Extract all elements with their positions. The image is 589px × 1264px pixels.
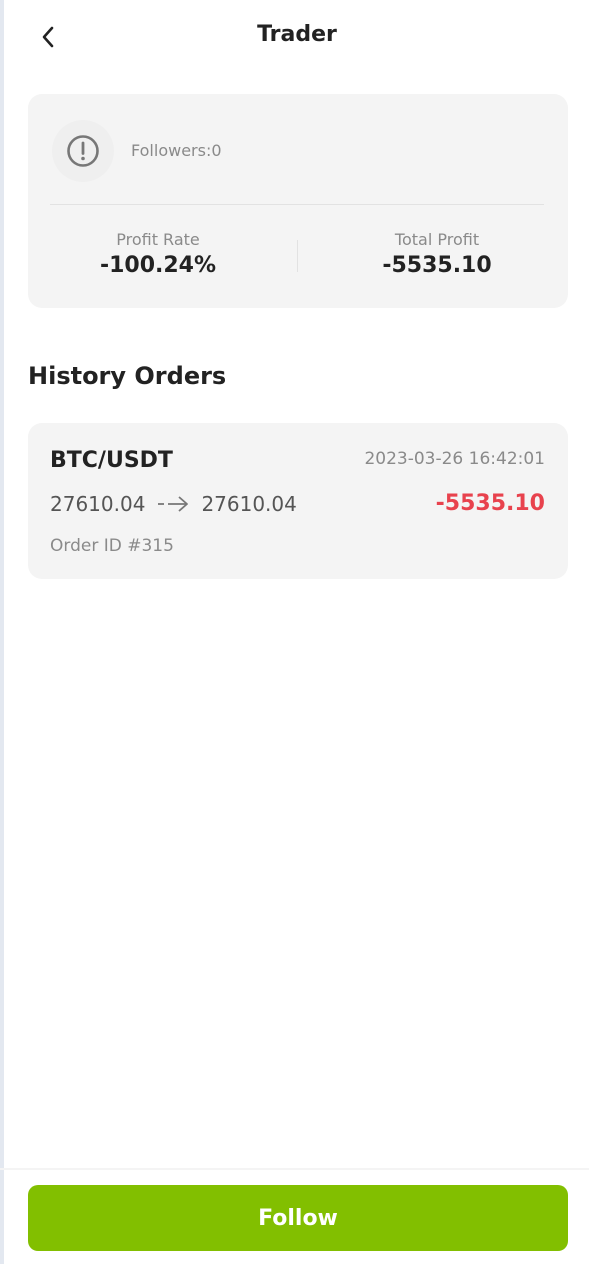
total-profit-stat: Total Profit -5535.10 xyxy=(327,230,547,278)
open-price: 27610.04 xyxy=(50,492,146,516)
top-bar: Trader xyxy=(0,0,589,74)
arrow-right-icon xyxy=(157,496,189,512)
order-card[interactable]: BTC/USDT 2023-03-26 16:42:01 27610.04 27… xyxy=(28,423,568,579)
follow-button[interactable]: Follow xyxy=(28,1185,568,1251)
profit-rate-value: -100.24% xyxy=(99,253,217,278)
left-edge-border xyxy=(0,0,4,1264)
close-price: 27610.04 xyxy=(201,492,297,516)
order-time: 2023-03-26 16:42:01 xyxy=(364,449,545,469)
trader-summary-card: Followers:0 Profit Rate -100.24% Total P… xyxy=(28,94,568,308)
trader-avatar xyxy=(52,120,114,182)
history-orders-title: History Orders xyxy=(28,362,227,390)
order-profit: -5535.10 xyxy=(435,491,545,516)
total-profit-label: Total Profit xyxy=(394,230,480,249)
stat-separator xyxy=(297,240,298,272)
total-profit-value: -5535.10 xyxy=(382,253,492,278)
profit-rate-label: Profit Rate xyxy=(116,230,200,249)
followers-count: Followers:0 xyxy=(131,141,222,160)
exclamation-circle-icon xyxy=(67,135,99,167)
order-price-row: 27610.04 27610.04 xyxy=(50,492,297,516)
page-title: Trader xyxy=(257,22,337,47)
order-id: Order ID #315 xyxy=(50,536,174,556)
footer-separator xyxy=(0,1168,589,1170)
profit-rate-stat: Profit Rate -100.24% xyxy=(48,230,268,278)
card-divider xyxy=(50,204,544,205)
order-pair: BTC/USDT xyxy=(50,448,173,473)
